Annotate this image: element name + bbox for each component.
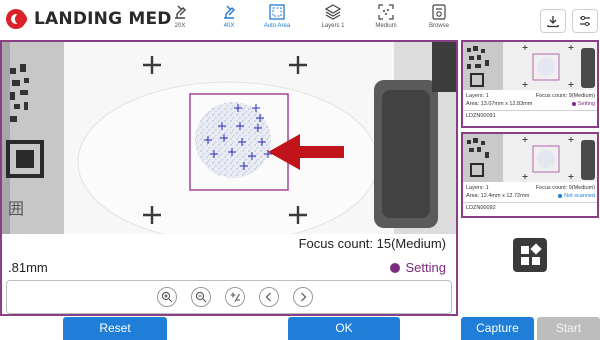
auto-area-icon — [269, 4, 285, 20]
next-button[interactable] — [293, 287, 313, 307]
thumb-focus: Focus count: 9(Medium) — [535, 185, 595, 191]
slide-thumbnail-image — [463, 134, 597, 182]
status-text: Setting — [405, 260, 446, 275]
zoom-out-button[interactable] — [191, 287, 211, 307]
slide-thumbnail-1[interactable]: Layers: 1 Focus count: 9(Medium) Area: 1… — [461, 40, 599, 128]
previous-icon — [265, 292, 271, 302]
slide-thumbnail-2[interactable]: Layers: 1 Focus count: 9(Medium) Area: 1… — [461, 132, 599, 218]
status-dot-icon — [558, 193, 563, 198]
top-toolbar: LANDING MED 20X 40X Auto Area Layers 1 M… — [0, 0, 600, 40]
tool-label: Auto Area — [263, 23, 291, 29]
app-grid-icon — [521, 243, 542, 265]
focus-medium-icon — [378, 4, 394, 20]
previous-button[interactable] — [259, 287, 279, 307]
brand: LANDING MED — [6, 8, 172, 30]
status-dot-icon — [571, 101, 576, 106]
slide-viewer[interactable]: 囲 Focus count: 15(Medium) .81mm Setting — [0, 40, 458, 316]
tool-40x[interactable]: 40X — [207, 3, 251, 37]
brand-name: LANDING MED — [34, 9, 172, 29]
slide-thumbnail-image — [463, 42, 597, 90]
filter-settings-button[interactable] — [572, 9, 598, 33]
tool-label: 20X — [174, 23, 186, 29]
thumb-slide-id: LDZN00092 — [466, 205, 496, 211]
divider — [463, 110, 597, 111]
layers-icon — [324, 4, 342, 20]
brand-logo-icon — [6, 9, 27, 29]
tool-label: Medium — [375, 23, 397, 29]
tool-label: Browse — [428, 23, 449, 29]
plus-minus-button[interactable] — [225, 287, 245, 307]
area-info-row: .81mm Setting — [2, 254, 456, 280]
thumb-status-text: Not scanned — [564, 193, 595, 199]
area-text: .81mm — [8, 260, 48, 275]
thumb-area: Area: 13.07mm x 12.83mm — [466, 101, 533, 107]
thumb-layers: Layers: 1 — [466, 93, 489, 99]
thumb-focus: Focus count: 9(Medium) — [535, 93, 595, 99]
objective-40x-icon — [224, 5, 235, 19]
thumb-status: Not scanned — [558, 193, 595, 199]
status-badge: Setting — [389, 260, 446, 275]
focus-count-text: Focus count: 15(Medium) — [298, 236, 446, 251]
tool-label: 40X — [223, 23, 235, 29]
zoom-in-icon — [161, 291, 173, 303]
focus-info-row: Focus count: 15(Medium) — [2, 234, 456, 254]
thumb-slide-id: LDZN00091 — [466, 113, 496, 119]
download-icon — [547, 16, 559, 28]
tool-label: Layers 1 — [321, 23, 345, 29]
objective-20x-icon — [175, 5, 186, 19]
slide-scan-image[interactable]: 囲 — [2, 42, 456, 234]
divider — [463, 202, 597, 203]
next-icon — [301, 292, 307, 302]
browse-icon — [432, 4, 446, 20]
ok-button[interactable]: OK — [288, 317, 400, 340]
thumb-layers: Layers: 1 — [466, 185, 489, 191]
tool-focus-medium[interactable]: Medium — [364, 3, 408, 37]
start-button[interactable]: Start — [537, 317, 600, 340]
tool-layers[interactable]: Layers 1 — [311, 3, 355, 37]
tool-auto-area[interactable]: Auto Area — [255, 3, 299, 37]
capture-button[interactable]: Capture — [461, 317, 534, 340]
download-button[interactable] — [540, 9, 566, 33]
slide-scan-graphic: 囲 — [2, 42, 456, 234]
filter-settings-icon — [580, 15, 590, 27]
tool-browse[interactable]: Browse — [417, 3, 461, 37]
thumb-status-text: Setting — [577, 101, 595, 107]
zoom-out-icon — [195, 291, 207, 303]
thumb-status: Setting — [571, 101, 595, 107]
view-controls — [6, 280, 452, 314]
zoom-in-button[interactable] — [157, 287, 177, 307]
plus-minus-icon — [230, 292, 240, 302]
svg-text:囲: 囲 — [8, 199, 24, 218]
tool-20x[interactable]: 20X — [158, 3, 202, 37]
app-grid-button[interactable] — [513, 238, 547, 272]
thumb-area: Area: 12.4mm x 12.72mm — [466, 193, 530, 199]
reset-button[interactable]: Reset — [63, 317, 167, 340]
status-dot-icon — [389, 262, 400, 273]
